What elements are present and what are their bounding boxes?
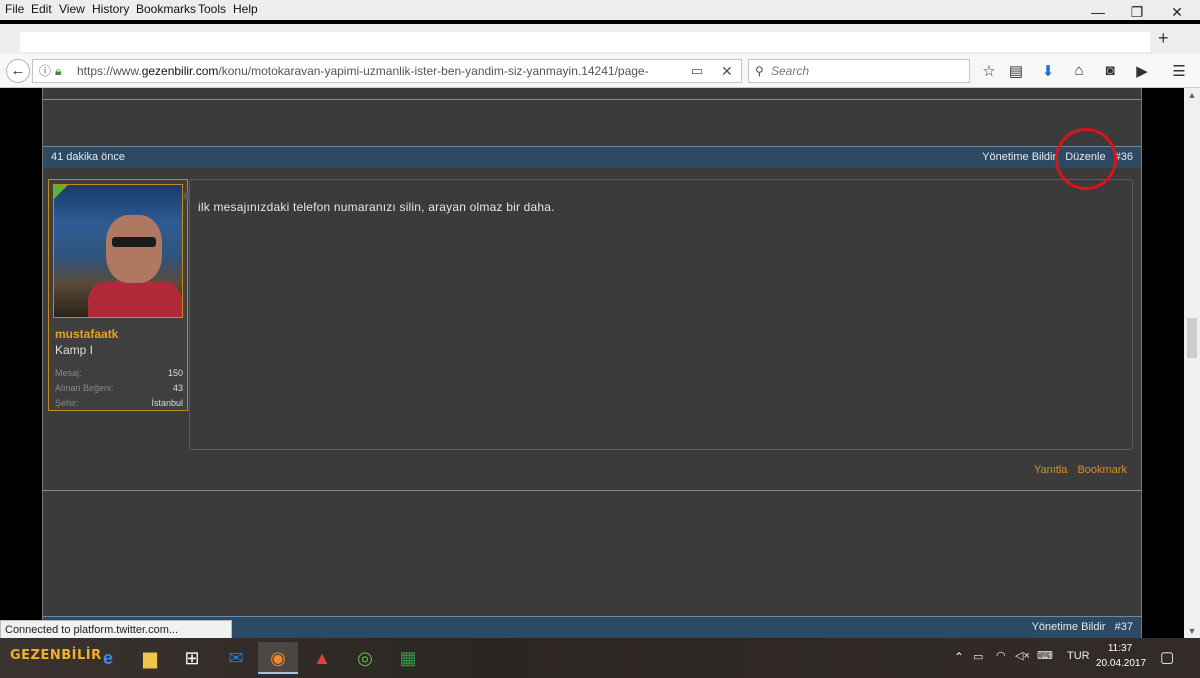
minimize-button[interactable]: — xyxy=(1078,0,1118,24)
divider xyxy=(43,490,1141,491)
highlight-circle-annotation xyxy=(1055,128,1117,190)
reader-view-icon[interactable]: ▭ xyxy=(691,60,703,82)
input-language[interactable]: TUR xyxy=(1067,650,1090,662)
report-link[interactable]: Yönetime Bildir xyxy=(1032,621,1106,633)
user-stat-messages: Mesaj: 150 xyxy=(55,368,183,378)
forum-thread-content: 41 dakika önce Yönetime Bildir Düzenle #… xyxy=(42,88,1142,640)
post-number[interactable]: #36 xyxy=(1115,151,1133,163)
home-icon[interactable]: ⌂ xyxy=(1068,62,1090,79)
menu-bookmarks[interactable]: Bookmarks xyxy=(136,2,196,16)
menu-file[interactable]: File xyxy=(5,2,24,16)
scroll-up-arrow-icon[interactable]: ▲ xyxy=(1184,90,1200,100)
status-bar: Connected to platform.twitter.com... xyxy=(0,620,232,640)
tray-chevron-icon[interactable]: ⌃ xyxy=(954,650,964,664)
downloads-icon[interactable]: ⬇ xyxy=(1037,62,1059,80)
menu-hamburger-icon[interactable]: ☰ xyxy=(1168,62,1190,80)
info-icon[interactable]: ⓘ xyxy=(39,60,51,82)
menu-view[interactable]: View xyxy=(59,2,85,16)
user-info-box: mustafaatk Kamp I Mesaj: 150 Alınan Beğen… xyxy=(48,179,188,411)
scroll-down-arrow-icon[interactable]: ▼ xyxy=(1184,626,1200,636)
url-bar[interactable]: ⓘ 🔒︎ https://www.gezenbilir.com/konu/mot… xyxy=(32,59,742,83)
reply-link[interactable]: Yanıtla xyxy=(1034,464,1067,476)
keyboard-icon[interactable]: ⌨ xyxy=(1037,649,1053,662)
bookmark-star-icon[interactable]: ☆ xyxy=(978,62,1000,80)
store-icon[interactable]: ⊞ xyxy=(172,642,212,674)
excel-icon[interactable]: ▦ xyxy=(388,642,428,674)
acrobat-icon[interactable]: ▲ xyxy=(302,642,342,674)
post-header-bar: 41 dakika önce Yönetime Bildir Düzenle #… xyxy=(43,146,1141,168)
battery-icon[interactable]: ▭ xyxy=(973,650,983,663)
close-window-button[interactable]: ✕ xyxy=(1157,0,1197,24)
message-text: ilk mesajınızdaki telefon numaranızı sil… xyxy=(198,200,555,214)
restore-button[interactable]: ❐ xyxy=(1117,0,1157,24)
post-time[interactable]: 41 dakika önce xyxy=(51,147,125,167)
firefox-icon[interactable]: ◉ xyxy=(258,642,298,674)
menu-help[interactable]: Help xyxy=(233,2,258,16)
user-stat-city: Şehir: İstanbul xyxy=(55,398,183,408)
search-icon: ⚲ xyxy=(755,64,764,78)
lock-icon: 🔒︎ xyxy=(55,64,62,78)
page-viewport: 41 dakika önce Yönetime Bildir Düzenle #… xyxy=(0,88,1184,640)
online-indicator-icon xyxy=(54,185,68,199)
bookmark-link[interactable]: Bookmark xyxy=(1077,464,1127,476)
report-link[interactable]: Yönetime Bildir xyxy=(982,151,1056,163)
menu-history[interactable]: History xyxy=(92,2,129,16)
search-input[interactable]: ⚲ Search xyxy=(748,59,970,83)
divider xyxy=(43,99,1141,100)
back-button[interactable]: ← xyxy=(6,59,30,83)
menu-tools[interactable]: Tools xyxy=(198,2,226,16)
outlook-icon[interactable]: ✉ xyxy=(216,642,256,674)
username[interactable]: mustafaatk xyxy=(55,327,118,341)
notifications-icon[interactable]: ▢ xyxy=(1160,648,1174,666)
message-box: ilk mesajınızdaki telefon numaranızı sil… xyxy=(182,179,1133,450)
user-title: Kamp I xyxy=(55,343,94,357)
youtube-icon[interactable]: ▶ xyxy=(1131,62,1153,80)
tab-strip xyxy=(0,24,1200,54)
url-text: https://www.gezenbilir.com/konu/motokara… xyxy=(77,64,649,78)
volume-muted-icon[interactable]: ◁× xyxy=(1015,649,1030,662)
avatar[interactable] xyxy=(53,184,183,318)
windows-taskbar: GEZENBİLİR e ▆ ⊞ ✉ ◉ ▲ ◎ ▦ ⌃ ▭ ◠ ◁× ⌨ TU… xyxy=(0,638,1200,678)
user-stat-likes: Alınan Beğeni: 43 xyxy=(55,383,183,393)
file-explorer-icon[interactable]: ▆ xyxy=(130,642,170,674)
pocket-icon[interactable]: ◙ xyxy=(1099,62,1121,79)
edge-icon[interactable]: e xyxy=(88,642,128,674)
post-number[interactable]: #37 xyxy=(1115,621,1133,633)
post-actions: Yanıtla Bookmark xyxy=(1027,464,1127,476)
clock[interactable]: 11:37 20.04.2017 xyxy=(1096,641,1146,671)
new-tab-button[interactable]: + xyxy=(1158,28,1169,49)
bookmarks-list-icon[interactable]: ▤ xyxy=(1005,62,1027,80)
chrome-icon[interactable]: ◎ xyxy=(345,642,385,674)
menu-edit[interactable]: Edit xyxy=(31,2,52,16)
scroll-thumb[interactable] xyxy=(1187,318,1197,358)
navigation-bar: ← ⓘ 🔒︎ https://www.gezenbilir.com/konu/m… xyxy=(0,54,1200,88)
stop-icon[interactable]: ✕ xyxy=(721,60,733,82)
vertical-scrollbar[interactable]: ▲ ▼ xyxy=(1184,88,1200,640)
wifi-icon[interactable]: ◠ xyxy=(996,649,1006,662)
active-tab[interactable] xyxy=(20,32,1150,52)
menu-bar: File Edit View History Bookmarks Tools H… xyxy=(0,0,1200,20)
